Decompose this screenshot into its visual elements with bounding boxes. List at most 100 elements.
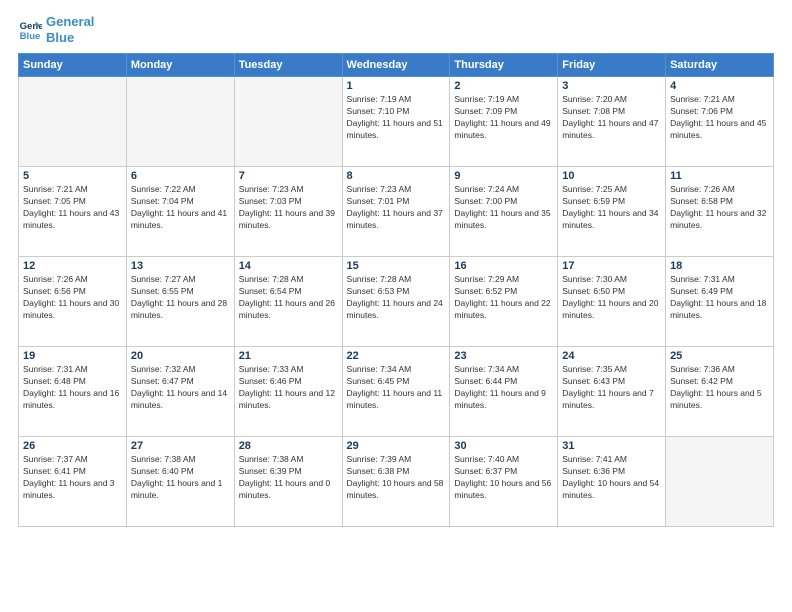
calendar-cell xyxy=(234,77,342,167)
calendar-cell xyxy=(126,77,234,167)
week-row: 26Sunrise: 7:37 AMSunset: 6:41 PMDayligh… xyxy=(19,437,774,527)
header-thursday: Thursday xyxy=(450,54,558,77)
day-number: 9 xyxy=(454,170,553,182)
day-number: 5 xyxy=(23,170,122,182)
calendar-cell: 25 Sunrise: 7:36 AMSunset: 6:42 PMDayligh… xyxy=(666,347,774,437)
calendar-cell: 18 Sunrise: 7:31 AMSunset: 6:49 PMDayligh… xyxy=(666,257,774,347)
day-detail: Sunrise: 7:33 AMSunset: 6:46 PMDaylight:… xyxy=(239,364,338,412)
day-detail: Sunrise: 7:22 AMSunset: 7:04 PMDaylight:… xyxy=(131,184,230,232)
day-number: 23 xyxy=(454,350,553,362)
day-number: 29 xyxy=(347,440,446,452)
weekday-header-row: Sunday Monday Tuesday Wednesday Thursday… xyxy=(19,54,774,77)
week-row: 19 Sunrise: 7:31 AMSunset: 6:48 PMDayligh… xyxy=(19,347,774,437)
calendar-cell: 5 Sunrise: 7:21 AMSunset: 7:05 PMDaylight… xyxy=(19,167,127,257)
day-detail: Sunrise: 7:31 AMSunset: 6:49 PMDaylight:… xyxy=(670,274,769,322)
week-row: 12 Sunrise: 7:26 AMSunset: 6:56 PMDayligh… xyxy=(19,257,774,347)
header-tuesday: Tuesday xyxy=(234,54,342,77)
header-sunday: Sunday xyxy=(19,54,127,77)
calendar-cell: 23 Sunrise: 7:34 AMSunset: 6:44 PMDayligh… xyxy=(450,347,558,437)
day-detail: Sunrise: 7:32 AMSunset: 6:47 PMDaylight:… xyxy=(131,364,230,412)
calendar-cell xyxy=(666,437,774,527)
calendar: Sunday Monday Tuesday Wednesday Thursday… xyxy=(18,53,774,527)
day-detail: Sunrise: 7:36 AMSunset: 6:42 PMDaylight:… xyxy=(670,364,769,412)
week-row: 1 Sunrise: 7:19 AMSunset: 7:10 PMDaylight… xyxy=(19,77,774,167)
day-detail: Sunrise: 7:27 AMSunset: 6:55 PMDaylight:… xyxy=(131,274,230,322)
day-detail: Sunrise: 7:40 AMSunset: 6:37 PMDaylight:… xyxy=(454,454,553,502)
day-number: 27 xyxy=(131,440,230,452)
day-detail: Sunrise: 7:28 AMSunset: 6:53 PMDaylight:… xyxy=(347,274,446,322)
calendar-cell: 21 Sunrise: 7:33 AMSunset: 6:46 PMDayligh… xyxy=(234,347,342,437)
calendar-cell: 17Sunrise: 7:30 AMSunset: 6:50 PMDayligh… xyxy=(558,257,666,347)
calendar-cell: 22Sunrise: 7:34 AMSunset: 6:45 PMDayligh… xyxy=(342,347,450,437)
day-detail: Sunrise: 7:24 AMSunset: 7:00 PMDaylight:… xyxy=(454,184,553,232)
day-number: 18 xyxy=(670,260,769,272)
day-detail: Sunrise: 7:37 AMSunset: 6:41 PMDaylight:… xyxy=(23,454,122,502)
calendar-cell: 13 Sunrise: 7:27 AMSunset: 6:55 PMDayligh… xyxy=(126,257,234,347)
day-number: 14 xyxy=(239,260,338,272)
day-detail: Sunrise: 7:29 AMSunset: 6:52 PMDaylight:… xyxy=(454,274,553,322)
calendar-cell: 9 Sunrise: 7:24 AMSunset: 7:00 PMDaylight… xyxy=(450,167,558,257)
day-number: 7 xyxy=(239,170,338,182)
day-number: 15 xyxy=(347,260,446,272)
day-number: 12 xyxy=(23,260,122,272)
day-detail: Sunrise: 7:19 AMSunset: 7:09 PMDaylight:… xyxy=(454,94,553,142)
calendar-cell: 10 Sunrise: 7:25 AMSunset: 6:59 PMDayligh… xyxy=(558,167,666,257)
header: General Blue GeneralBlue xyxy=(18,14,774,45)
day-detail: Sunrise: 7:34 AMSunset: 6:44 PMDaylight:… xyxy=(454,364,553,412)
calendar-cell: 1 Sunrise: 7:19 AMSunset: 7:10 PMDaylight… xyxy=(342,77,450,167)
day-detail: Sunrise: 7:21 AMSunset: 7:06 PMDaylight:… xyxy=(670,94,769,142)
day-number: 4 xyxy=(670,80,769,92)
day-detail: Sunrise: 7:25 AMSunset: 6:59 PMDaylight:… xyxy=(562,184,661,232)
day-number: 11 xyxy=(670,170,769,182)
calendar-cell: 11 Sunrise: 7:26 AMSunset: 6:58 PMDayligh… xyxy=(666,167,774,257)
svg-text:Blue: Blue xyxy=(20,30,41,41)
header-monday: Monday xyxy=(126,54,234,77)
calendar-cell: 29 Sunrise: 7:39 AMSunset: 6:38 PMDayligh… xyxy=(342,437,450,527)
day-number: 1 xyxy=(347,80,446,92)
day-detail: Sunrise: 7:30 AMSunset: 6:50 PMDaylight:… xyxy=(562,274,661,322)
day-number: 28 xyxy=(239,440,338,452)
day-number: 3 xyxy=(562,80,661,92)
day-detail: Sunrise: 7:35 AMSunset: 6:43 PMDaylight:… xyxy=(562,364,661,412)
day-number: 25 xyxy=(670,350,769,362)
day-number: 21 xyxy=(239,350,338,362)
day-number: 8 xyxy=(347,170,446,182)
calendar-cell: 15 Sunrise: 7:28 AMSunset: 6:53 PMDayligh… xyxy=(342,257,450,347)
calendar-cell: 27 Sunrise: 7:38 AMSunset: 6:40 PMDayligh… xyxy=(126,437,234,527)
day-detail: Sunrise: 7:31 AMSunset: 6:48 PMDaylight:… xyxy=(23,364,122,412)
day-detail: Sunrise: 7:23 AMSunset: 7:01 PMDaylight:… xyxy=(347,184,446,232)
day-number: 31 xyxy=(562,440,661,452)
day-detail: Sunrise: 7:21 AMSunset: 7:05 PMDaylight:… xyxy=(23,184,122,232)
day-detail: Sunrise: 7:26 AMSunset: 6:56 PMDaylight:… xyxy=(23,274,122,322)
day-detail: Sunrise: 7:28 AMSunset: 6:54 PMDaylight:… xyxy=(239,274,338,322)
day-number: 13 xyxy=(131,260,230,272)
day-detail: Sunrise: 7:19 AMSunset: 7:10 PMDaylight:… xyxy=(347,94,446,142)
day-number: 19 xyxy=(23,350,122,362)
calendar-cell: 30 Sunrise: 7:40 AMSunset: 6:37 PMDayligh… xyxy=(450,437,558,527)
calendar-cell: 7 Sunrise: 7:23 AMSunset: 7:03 PMDaylight… xyxy=(234,167,342,257)
day-detail: Sunrise: 7:34 AMSunset: 6:45 PMDaylight:… xyxy=(347,364,446,412)
day-detail: Sunrise: 7:39 AMSunset: 6:38 PMDaylight:… xyxy=(347,454,446,502)
day-detail: Sunrise: 7:20 AMSunset: 7:08 PMDaylight:… xyxy=(562,94,661,142)
day-detail: Sunrise: 7:26 AMSunset: 6:58 PMDaylight:… xyxy=(670,184,769,232)
calendar-cell: 12 Sunrise: 7:26 AMSunset: 6:56 PMDayligh… xyxy=(19,257,127,347)
calendar-cell: 31Sunrise: 7:41 AMSunset: 6:36 PMDayligh… xyxy=(558,437,666,527)
day-detail: Sunrise: 7:23 AMSunset: 7:03 PMDaylight:… xyxy=(239,184,338,232)
day-detail: Sunrise: 7:38 AMSunset: 6:39 PMDaylight:… xyxy=(239,454,338,502)
day-number: 24 xyxy=(562,350,661,362)
page: General Blue GeneralBlue Sunday Monday T… xyxy=(0,0,792,612)
calendar-cell: 19 Sunrise: 7:31 AMSunset: 6:48 PMDayligh… xyxy=(19,347,127,437)
calendar-cell: 3 Sunrise: 7:20 AMSunset: 7:08 PMDaylight… xyxy=(558,77,666,167)
logo-text: GeneralBlue xyxy=(46,14,94,45)
calendar-cell: 20 Sunrise: 7:32 AMSunset: 6:47 PMDayligh… xyxy=(126,347,234,437)
header-wednesday: Wednesday xyxy=(342,54,450,77)
calendar-cell: 2Sunrise: 7:19 AMSunset: 7:09 PMDaylight… xyxy=(450,77,558,167)
day-number: 30 xyxy=(454,440,553,452)
day-detail: Sunrise: 7:38 AMSunset: 6:40 PMDaylight:… xyxy=(131,454,230,502)
logo-icon: General Blue xyxy=(18,18,42,42)
calendar-cell: 8 Sunrise: 7:23 AMSunset: 7:01 PMDaylight… xyxy=(342,167,450,257)
day-number: 20 xyxy=(131,350,230,362)
calendar-cell: 16Sunrise: 7:29 AMSunset: 6:52 PMDayligh… xyxy=(450,257,558,347)
calendar-cell: 28 Sunrise: 7:38 AMSunset: 6:39 PMDayligh… xyxy=(234,437,342,527)
day-number: 10 xyxy=(562,170,661,182)
